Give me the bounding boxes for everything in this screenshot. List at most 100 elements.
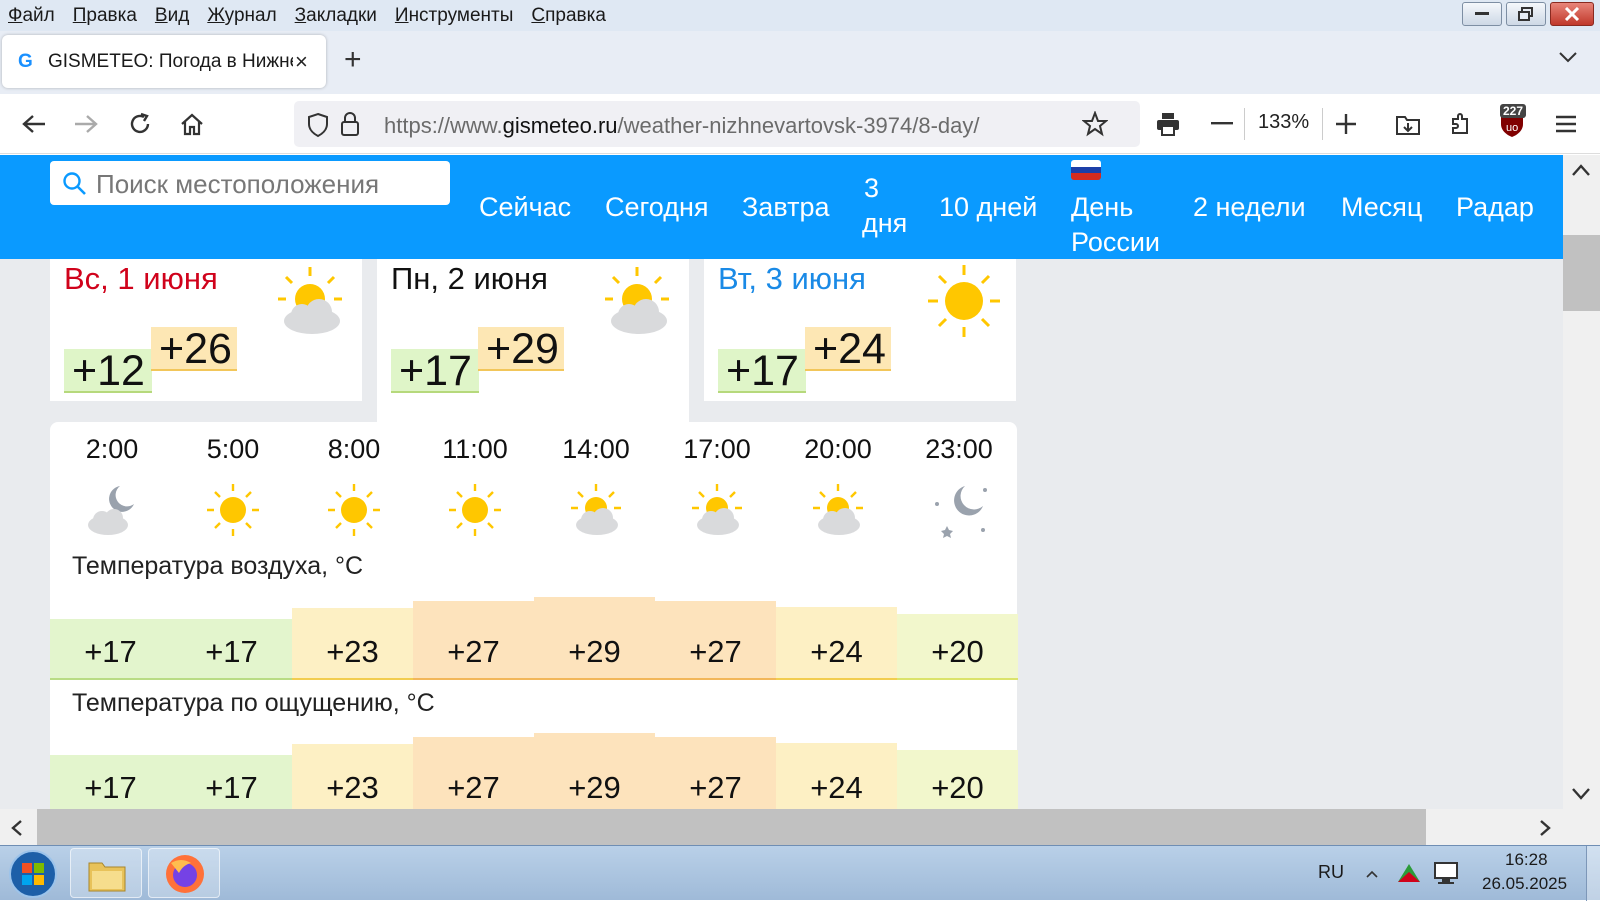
menu-history[interactable]: Журнал (207, 5, 276, 27)
show-hidden-icons-icon[interactable] (1366, 870, 1378, 878)
windows-taskbar: RU 16:28 26.05.2025 (0, 845, 1600, 901)
scroll-left-icon[interactable] (10, 819, 24, 837)
arrow-right-icon (75, 115, 98, 133)
gismeteo-favicon-icon: G (18, 50, 33, 72)
nav-tomorrow[interactable]: Завтра (742, 190, 829, 225)
window-close-button[interactable] (1550, 2, 1594, 26)
home-button[interactable] (176, 108, 208, 140)
scroll-up-icon[interactable] (1571, 163, 1591, 177)
temp-cell: +27 (413, 737, 534, 809)
shield-icon[interactable] (306, 112, 330, 138)
nav-radar[interactable]: Радар (1456, 190, 1534, 225)
firefox-taskbar-button[interactable] (148, 848, 220, 898)
menu-file[interactable]: Файл (8, 5, 55, 27)
reload-button[interactable] (124, 108, 156, 140)
browser-tab[interactable]: G GISMETEO: Погода в Нижне × (2, 35, 326, 88)
day-card-sunday[interactable]: Вс, 1 июня +12 +26 (50, 259, 362, 401)
zoom-out-button[interactable] (1206, 108, 1238, 140)
temp-cell: +17 (50, 755, 171, 809)
nav-month[interactable]: Месяц (1341, 190, 1422, 225)
sun-icon (207, 484, 259, 536)
temp-cell: +29 (534, 597, 655, 680)
nav-3-days-line1[interactable]: 3 (864, 171, 879, 206)
location-search-input[interactable]: Поиск местоположения (50, 161, 450, 205)
horizontal-scroll-thumb[interactable] (37, 809, 1426, 845)
save-to-pocket-button[interactable] (1392, 108, 1424, 140)
day-min-temp: +17 (718, 349, 806, 393)
windows-start-icon[interactable] (8, 849, 58, 899)
show-desktop-button[interactable] (1586, 846, 1600, 901)
vertical-scrollbar[interactable] (1563, 155, 1600, 809)
tray-app-icon[interactable] (1396, 860, 1422, 884)
forward-button[interactable] (70, 108, 102, 140)
zoom-in-button[interactable] (1330, 108, 1362, 140)
language-indicator[interactable]: RU (1318, 862, 1344, 883)
menu-view[interactable]: Вид (155, 5, 189, 27)
reload-icon (130, 112, 150, 134)
tab-close-button[interactable]: × (295, 49, 308, 75)
nav-3-days-line2[interactable]: дня (862, 206, 907, 241)
selected-card-connector (377, 401, 689, 422)
site-header: Поиск местоположения Сейчас Сегодня Завт… (0, 155, 1563, 259)
separator (1322, 108, 1323, 140)
scroll-right-icon[interactable] (1538, 819, 1552, 837)
extensions-button[interactable] (1444, 108, 1476, 140)
explorer-taskbar-button[interactable] (70, 848, 142, 898)
minimize-button[interactable] (1462, 2, 1502, 26)
temp-cell: +17 (50, 619, 171, 680)
nav-2-weeks[interactable]: 2 недели (1193, 190, 1306, 225)
nav-today[interactable]: Сегодня (605, 190, 708, 225)
nav-russia-day-line2[interactable]: России (1071, 225, 1160, 260)
temp-cell: +27 (655, 737, 776, 809)
new-tab-button[interactable]: + (344, 45, 362, 75)
day-max-temp: +26 (151, 327, 237, 371)
menu-edit[interactable]: Правка (73, 5, 137, 27)
day-min-temp: +12 (64, 349, 152, 393)
back-button[interactable] (18, 108, 50, 140)
nav-russia-day-line1[interactable]: День (1071, 190, 1133, 225)
clock-date[interactable]: 26.05.2025 (1482, 874, 1567, 894)
menu-bookmarks[interactable]: Закладки (295, 5, 377, 27)
sun-icon (449, 484, 501, 536)
hourly-forecast-panel: 2:00 5:00 8:00 11:00 14:00 17:00 20:00 23:00 Те… (50, 422, 1018, 809)
search-icon (63, 172, 86, 195)
url-text[interactable]: https://www.gismeteo.ru/weather-nizhneva… (384, 113, 980, 139)
temp-cell: +27 (655, 601, 776, 680)
restore-button[interactable] (1506, 2, 1546, 26)
night-cloudy-icon (88, 486, 134, 535)
print-button[interactable] (1152, 108, 1184, 140)
network-icon[interactable] (1432, 860, 1460, 886)
day-date: Пн, 2 июня (391, 261, 548, 296)
hour-label: 17:00 (683, 434, 751, 464)
app-menu-button[interactable] (1550, 108, 1582, 140)
puzzle-icon (1452, 113, 1468, 134)
home-icon (181, 113, 203, 136)
url-bar[interactable]: https://www.gismeteo.ru/weather-nizhneva… (294, 101, 1140, 147)
sun-icon (328, 484, 380, 536)
nav-10-days[interactable]: 10 дней (939, 190, 1037, 225)
list-all-tabs-icon[interactable] (1558, 51, 1578, 63)
menu-tools[interactable]: Инструменты (395, 5, 513, 27)
horizontal-scrollbar[interactable] (0, 809, 1600, 845)
day-card-monday[interactable]: Пн, 2 июня +17 +29 (377, 259, 689, 401)
partly-cloudy-icon (278, 267, 342, 334)
lock-icon[interactable] (340, 111, 360, 137)
partly-cloudy-icon (692, 484, 742, 535)
folder-icon (88, 862, 126, 892)
partly-cloudy-icon (571, 484, 621, 535)
close-icon (1564, 7, 1580, 21)
clock-time[interactable]: 16:28 (1505, 850, 1548, 870)
day-card-tuesday[interactable]: Вт, 3 июня +17 +24 (704, 259, 1016, 401)
menu-help[interactable]: Справка (531, 5, 606, 27)
nav-now[interactable]: Сейчас (479, 190, 571, 225)
bookmark-star-icon[interactable] (1082, 111, 1108, 137)
hour-label: 23:00 (925, 434, 993, 464)
zoom-level[interactable]: 133% (1258, 111, 1309, 134)
hour-label: 5:00 (206, 434, 260, 464)
partly-cloudy-icon (605, 267, 669, 334)
separator (1244, 108, 1245, 140)
vertical-scroll-thumb[interactable] (1563, 235, 1600, 311)
minimize-icon (1475, 12, 1489, 15)
temp-cell: +23 (292, 744, 413, 809)
scroll-down-icon[interactable] (1571, 787, 1591, 801)
